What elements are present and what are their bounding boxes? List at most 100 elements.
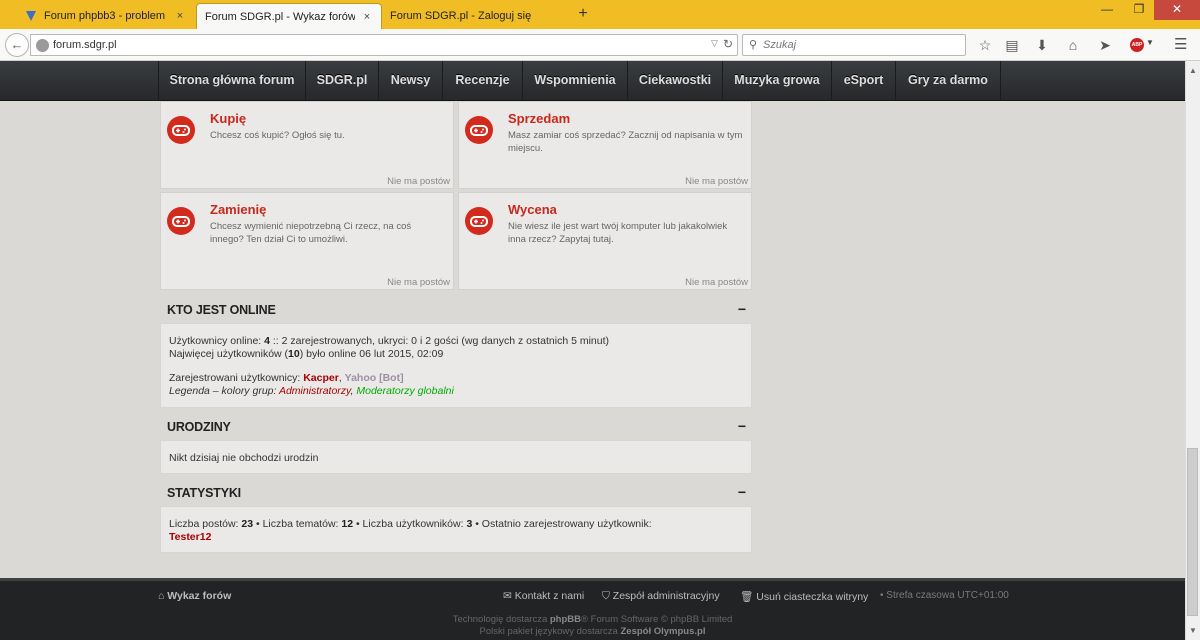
forum-description: Chcesz coś kupić? Ogłoś się tu. xyxy=(210,130,345,141)
back-arrow-icon[interactable]: ← xyxy=(5,33,29,57)
forum-post-count: Nie ma postów xyxy=(685,277,748,288)
forum-title[interactable]: Wycena xyxy=(508,202,557,217)
stats-panel: Liczba postów: 23 • Liczba tematów: 12 •… xyxy=(160,506,752,553)
team-link[interactable]: ⛉ Zespół administracyjny xyxy=(602,590,720,603)
forum-card-zamienie[interactable]: Zamienię Chcesz wymienić niepotrzebną Ci… xyxy=(160,192,454,290)
nav-esport[interactable]: eSport xyxy=(832,61,896,101)
send-icon[interactable]: ➤ xyxy=(1096,36,1114,54)
tab-phpbb3[interactable]: Forum phpbb3 - problem z... × xyxy=(16,3,194,29)
gamepad-icon xyxy=(465,116,493,144)
url-text[interactable]: forum.sdgr.pl xyxy=(53,39,117,51)
home-icon: ⌂ xyxy=(158,590,165,602)
forum-description: Nie wiesz ile jest wart twój komputer lu… xyxy=(508,221,728,245)
forum-post-count: Nie ma postów xyxy=(387,176,450,187)
birthdays-title: URODZINY xyxy=(167,420,231,434)
forum-title[interactable]: Kupię xyxy=(210,111,246,126)
footer: ⌂ Wykaz forów ✉ Kontakt z nami ⛉ Zespół … xyxy=(0,578,1185,640)
minimize-icon[interactable]: — xyxy=(1092,0,1122,20)
forum-title[interactable]: Zamienię xyxy=(210,202,266,217)
chevron-down-icon[interactable]: ▼ xyxy=(1146,38,1154,47)
browser-tab-bar: Forum phpbb3 - problem z... × Forum SDGR… xyxy=(0,0,1200,29)
nav-gry-za-darmo[interactable]: Gry za darmo xyxy=(896,61,1001,101)
newest-user-link[interactable]: Tester12 xyxy=(169,531,211,543)
powered-by-credit: Technologię dostarcza phpBB® Forum Softw… xyxy=(452,614,733,625)
maximize-icon[interactable]: ❐ xyxy=(1124,0,1154,20)
group-legend-line: Legenda – kolory grup: Administratorzy, … xyxy=(169,384,454,397)
search-icon: ⚲ xyxy=(749,39,758,51)
globe-icon xyxy=(36,39,49,52)
forum-card-kupie[interactable]: Kupię Chcesz coś kupić? Ogłoś się tu. Ni… xyxy=(160,101,454,189)
shield-icon: ⛉ xyxy=(602,590,610,602)
window-close-icon[interactable]: ✕ xyxy=(1154,0,1200,20)
footer-home-link[interactable]: ⌂ Wykaz forów xyxy=(158,590,231,602)
tab-login[interactable]: Forum SDGR.pl - Zaloguj się xyxy=(382,3,570,29)
url-bar[interactable]: forum.sdgr.pl ▽ ↻ xyxy=(30,34,738,56)
tab-label: Forum SDGR.pl - Wykaz forów xyxy=(205,10,355,23)
forum-description: Chcesz wymienić niepotrzebną Ci rzecz, n… xyxy=(210,221,412,245)
forum-card-sprzedam[interactable]: Sprzedam Masz zamiar coś sprzedać? Zaczn… xyxy=(458,101,752,189)
birthdays-header: URODZINY − xyxy=(160,416,752,438)
user-link-yahoo-bot[interactable]: Yahoo [Bot] xyxy=(345,372,404,384)
close-icon[interactable]: × xyxy=(361,11,373,23)
home-icon[interactable]: ⌂ xyxy=(1064,36,1082,54)
reload-icon[interactable]: ↻ xyxy=(723,37,733,51)
birthdays-panel: Nikt dzisiaj nie obchodzi urodzin xyxy=(160,440,752,474)
nav-wspomnienia[interactable]: Wspomnienia xyxy=(523,61,628,101)
gamepad-icon xyxy=(465,207,493,235)
stats-line: Liczba postów: 23 • Liczba tematów: 12 •… xyxy=(169,518,652,530)
phpbb-link[interactable]: phpBB xyxy=(550,614,581,625)
legend-administrators-link[interactable]: Administratorzy xyxy=(279,385,351,397)
forum-title[interactable]: Sprzedam xyxy=(508,111,570,126)
nav-sdgr[interactable]: SDGR.pl xyxy=(306,61,379,101)
collapse-icon[interactable]: − xyxy=(738,418,746,434)
adblock-icon[interactable]: ABP xyxy=(1130,38,1144,52)
nav-home[interactable]: Strona główna forum xyxy=(158,61,306,101)
nav-recenzje[interactable]: Recenzje xyxy=(443,61,523,101)
search-box[interactable]: ⚲ xyxy=(742,34,966,56)
search-input[interactable] xyxy=(763,37,959,53)
phpbb-favicon-icon xyxy=(26,11,36,21)
delete-cookies-link[interactable]: 🗑 Usuń ciasteczka witryny xyxy=(740,590,868,603)
hamburger-menu-icon[interactable]: ☰ xyxy=(1174,36,1190,54)
timezone-text: • Strefa czasowa UTC+01:00 xyxy=(880,590,1009,601)
scroll-down-arrow-icon[interactable]: ▼ xyxy=(1189,626,1197,635)
collapse-icon[interactable]: − xyxy=(738,484,746,500)
legend-moderators-link[interactable]: Moderatorzy globalni xyxy=(356,385,453,397)
online-header: KTO JEST ONLINE − xyxy=(160,299,752,321)
dropdown-arrow-icon[interactable]: ▽ xyxy=(711,38,718,49)
nav-newsy[interactable]: Newsy xyxy=(379,61,443,101)
download-icon[interactable]: ⬇ xyxy=(1033,36,1051,54)
tab-forum-index[interactable]: Forum SDGR.pl - Wykaz forów × xyxy=(196,3,382,29)
forum-card-wycena[interactable]: Wycena Nie wiesz ile jest wart twój komp… xyxy=(458,192,752,290)
nav-muzyka-growa[interactable]: Muzyka growa xyxy=(723,61,832,101)
site-navigation: Strona główna forum SDGR.pl Newsy Recenz… xyxy=(0,61,1185,101)
user-link-kacper[interactable]: Kacper xyxy=(303,372,339,384)
collapse-icon[interactable]: − xyxy=(738,301,746,317)
reading-list-icon[interactable]: ▤ xyxy=(1003,36,1021,54)
birthdays-text: Nikt dzisiaj nie obchodzi urodzin xyxy=(169,452,319,464)
online-title: KTO JEST ONLINE xyxy=(167,303,276,317)
stats-title: STATYSTYKI xyxy=(167,486,241,500)
bookmark-star-icon[interactable]: ☆ xyxy=(976,36,994,54)
nav-ciekawostki[interactable]: Ciekawostki xyxy=(628,61,723,101)
language-pack-credit: Polski pakiet językowy dostarcza Zespół … xyxy=(479,626,706,637)
new-tab-button[interactable]: + xyxy=(574,4,592,24)
forum-description: Masz zamiar coś sprzedać? Zacznij od nap… xyxy=(508,130,743,154)
scroll-up-arrow-icon[interactable]: ▲ xyxy=(1189,66,1197,75)
envelope-icon: ✉ xyxy=(503,590,512,602)
gamepad-icon xyxy=(167,207,195,235)
online-count-line: Użytkownicy online: 4 :: 2 zarejestrowan… xyxy=(169,335,610,347)
online-panel: Użytkownicy online: 4 :: 2 zarejestrowan… xyxy=(160,323,752,408)
close-icon[interactable]: × xyxy=(174,10,186,22)
tab-label: Forum phpbb3 - problem z... xyxy=(44,10,168,22)
gamepad-icon xyxy=(167,116,195,144)
online-record-line: Najwięcej użytkowników (10) było online … xyxy=(169,347,444,360)
contact-link[interactable]: ✉ Kontakt z nami xyxy=(503,590,584,602)
forum-post-count: Nie ma postów xyxy=(387,277,450,288)
scrollbar-thumb[interactable] xyxy=(1187,448,1198,616)
trash-icon: 🗑 xyxy=(740,591,754,603)
olympus-link[interactable]: Zespół Olympus.pl xyxy=(620,626,705,637)
forum-post-count: Nie ma postów xyxy=(685,176,748,187)
registered-users-line: Zarejestrowani użytkownicy: Kacper, Yaho… xyxy=(169,372,404,384)
